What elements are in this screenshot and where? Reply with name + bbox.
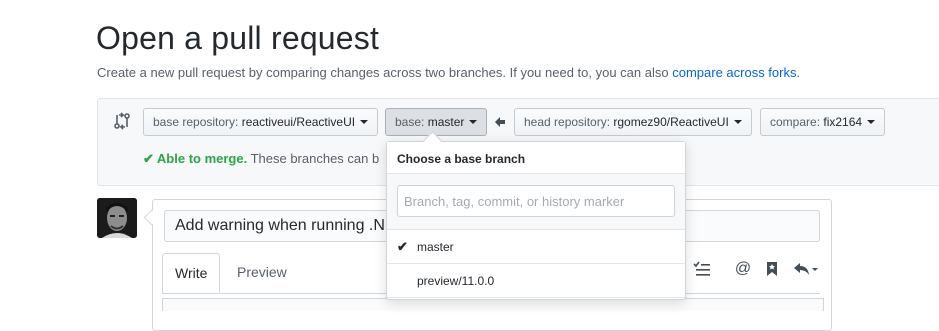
git-compare-icon: [114, 112, 130, 130]
compare-forks-link[interactable]: compare across forks: [672, 65, 796, 80]
branch-item-label: master: [417, 240, 454, 254]
merge-status: ✔ Able to merge. These branches can b: [143, 151, 379, 167]
check-icon: ✔: [397, 239, 408, 254]
base-repository-label: base repository:: [153, 115, 242, 129]
subtitle-end: .: [796, 65, 801, 80]
arrow-left-icon: [495, 117, 505, 127]
compare-branch-value: fix2164: [823, 115, 863, 129]
compare-branch-label: compare:: [770, 115, 824, 129]
caret-down-icon: [733, 120, 742, 124]
branch-filter-input[interactable]: [397, 185, 675, 217]
dropdown-filter-wrap: [387, 174, 685, 230]
caret-down-icon: [360, 120, 369, 124]
head-repository-value: rgomez90/ReactiveUI: [613, 115, 729, 129]
merge-status-text: These branches can b: [247, 151, 380, 166]
head-repository-label: head repository:: [524, 115, 614, 129]
caret-down-icon: [469, 120, 478, 124]
avatar[interactable]: [97, 198, 137, 238]
caret-down-icon: [867, 120, 876, 124]
tasklist-icon[interactable]: [692, 259, 712, 279]
base-branch-dropdown: Choose a base branch ✔ master preview/11…: [386, 141, 686, 300]
base-repository-select[interactable]: base repository: reactiveui/ReactiveUI: [143, 108, 379, 136]
check-icon: ✔: [143, 151, 154, 166]
base-repository-value: reactiveui/ReactiveUI: [241, 115, 356, 129]
merge-status-ok: Able to merge.: [156, 151, 248, 166]
tab-write[interactable]: Write: [162, 253, 221, 293]
head-repository-select[interactable]: head repository: rgomez90/ReactiveUI: [514, 108, 752, 136]
tab-preview[interactable]: Preview: [225, 253, 299, 292]
branch-item-preview[interactable]: preview/11.0.0: [387, 264, 685, 298]
branch-item-label: preview/11.0.0: [417, 274, 495, 288]
subtitle-text: Create a new pull request by comparing c…: [97, 65, 673, 80]
mention-icon[interactable]: @: [733, 259, 753, 279]
branch-item-master[interactable]: ✔ master: [387, 230, 685, 264]
compare-branch-select[interactable]: compare: fix2164: [760, 108, 886, 136]
page-title: Open a pull request: [96, 20, 380, 56]
base-branch-value: master: [427, 115, 465, 129]
reply-icon[interactable]: [792, 259, 820, 279]
page-subtitle: Create a new pull request by comparing c…: [97, 65, 800, 80]
base-branch-select[interactable]: base: master: [385, 108, 488, 136]
base-branch-label: base:: [395, 115, 428, 129]
bookmark-icon[interactable]: [762, 259, 782, 279]
